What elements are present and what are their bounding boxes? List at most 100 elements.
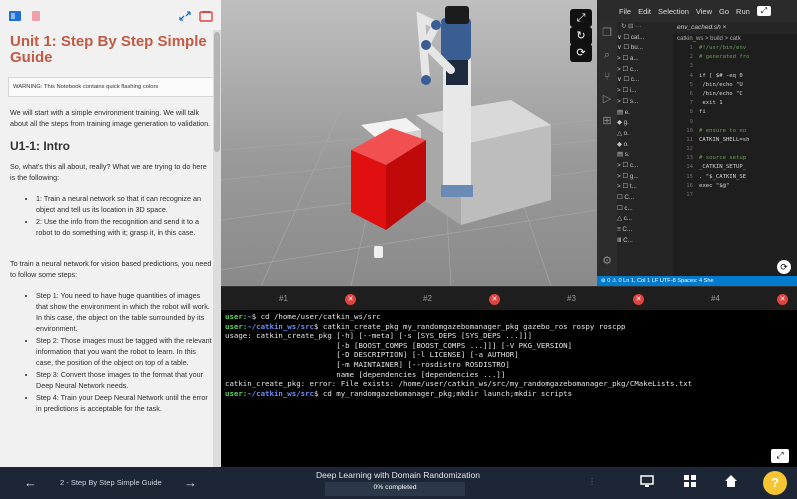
code-line[interactable]: 16 exec "$@" — [673, 182, 797, 191]
explorer-item[interactable]: > ☐ c... — [617, 161, 673, 172]
tab-label[interactable]: #1 — [279, 287, 288, 311]
code-line[interactable]: 1 #!/usr/bin/env — [673, 44, 797, 53]
explorer-item[interactable]: > ☐ t... — [617, 182, 673, 193]
source-control-icon[interactable]: ⑂ — [597, 66, 617, 88]
code-line[interactable]: 8 fi — [673, 108, 797, 117]
code-line[interactable]: 6 /bin/echo "C — [673, 90, 797, 99]
code-line[interactable]: 14 _CATKIN_SETUP_ — [673, 163, 797, 172]
code-line[interactable]: 15 . "$_CATKIN_SE — [673, 173, 797, 182]
editor-tab[interactable]: env_cached.sh × — [673, 22, 797, 34]
explorer-item[interactable]: ≡ C... — [617, 225, 673, 236]
close-icon[interactable]: × — [723, 24, 727, 31]
code-line[interactable]: 10 # ensure to no — [673, 127, 797, 136]
code-line[interactable]: 3 — [673, 62, 797, 71]
menu-run[interactable]: Run — [736, 7, 750, 16]
explorer-item[interactable]: ▤ s. — [617, 150, 673, 161]
search-icon[interactable]: ⌕ — [597, 44, 617, 66]
notebook-scrollbar[interactable] — [213, 30, 221, 467]
course-title: Deep Learning with Domain Randomization — [316, 470, 480, 480]
expand-editor-icon[interactable]: ⤢ — [756, 6, 772, 16]
menu-edit[interactable]: Edit — [638, 7, 651, 16]
explorer-item[interactable]: Ⅲ C... — [617, 236, 673, 247]
small-object — [374, 246, 383, 258]
menu-view[interactable]: View — [696, 7, 712, 16]
explorer-item[interactable]: > ☐ i... — [617, 86, 673, 97]
activity-bar: ❐ ⌕ ⑂ ▷ ⊞ ⚙ — [597, 22, 617, 276]
refresh-editor-icon[interactable]: ⟳ — [777, 260, 791, 274]
code-line[interactable]: 17 — [673, 191, 797, 200]
close-tab-icon[interactable]: ✕ — [633, 294, 644, 305]
close-tab-icon[interactable]: ✕ — [489, 294, 500, 305]
explorer-item[interactable]: ∨ ☐ c... — [617, 75, 673, 86]
layout-grid-icon[interactable] — [683, 474, 697, 493]
scrollbar-thumb[interactable] — [214, 32, 220, 152]
terminal-tab-1[interactable]: #1 ✕ — [221, 287, 365, 311]
explorer-item[interactable]: ☐ c... — [617, 204, 673, 215]
code-line[interactable]: 4 if [ $# -eq 0 — [673, 72, 797, 81]
terminal-tab-2[interactable]: #2 ✕ — [365, 287, 509, 311]
explorer-item[interactable]: ☐ C... — [617, 193, 673, 204]
page-title: Unit 1: Step By Step Simple Guide — [10, 33, 207, 66]
reset-icon[interactable]: ↻ — [570, 27, 592, 45]
explorer-item[interactable]: △ c... — [617, 214, 673, 225]
refresh-icon[interactable]: ⟳ — [570, 44, 592, 62]
line-number: 8 — [689, 109, 693, 116]
explorer-item[interactable]: > ☐ c... — [617, 65, 673, 76]
terminal-tab-4[interactable]: #4 ✕ — [653, 287, 797, 311]
code-line[interactable]: 2 # generated fro — [673, 53, 797, 62]
list-item: Step 3: Convert those images to the form… — [36, 369, 213, 391]
close-tab-icon[interactable]: ✕ — [345, 294, 356, 305]
slides-icon[interactable] — [199, 9, 213, 22]
explorer-item[interactable]: ◆ g. — [617, 118, 673, 129]
menu-go[interactable]: Go — [719, 7, 729, 16]
explorer-icon[interactable]: ❐ — [597, 22, 617, 44]
prev-arrow-icon[interactable]: ← — [24, 475, 37, 490]
explorer-item[interactable]: ∨ ☐ bu... — [617, 43, 673, 54]
terminal[interactable]: user:~$ cd /home/user/catkin_ws/src user:… — [221, 310, 797, 467]
code-line[interactable]: 13 # source setup — [673, 154, 797, 163]
intro-paragraph: We will start with a simple environment … — [10, 108, 211, 128]
notebook-icon[interactable] — [8, 9, 22, 21]
tab-label[interactable]: #2 — [423, 287, 432, 311]
explorer-item[interactable]: > ☐ s... — [617, 97, 673, 108]
code-line[interactable]: 11 CATKIN_SHELL=sh — [673, 136, 797, 145]
close-tab-icon[interactable]: ✕ — [777, 294, 788, 305]
explorer-item[interactable]: > ☐ g... — [617, 172, 673, 183]
fullscreen-icon[interactable]: ⤢ — [570, 9, 592, 27]
terminal-line: user:~/catkin_ws/src$ cd my_randomgazebo… — [225, 389, 793, 399]
code-pane: env_cached.sh × catkin_ws > build > catk… — [673, 22, 797, 276]
list-item: Step 1: You need to have huge quantities… — [36, 290, 213, 334]
tab-label[interactable]: #4 — [711, 287, 720, 311]
tab-filename[interactable]: env_cached.sh — [677, 24, 721, 31]
menu-selection[interactable]: Selection — [658, 7, 689, 16]
notebook-content: Unit 1: Step By Step Simple Guide WARNIN… — [0, 30, 215, 467]
file-explorer: ↻ ⊟ ··· ∨ ☐ cat... ∨ ☐ bu... > ☐ a... > … — [617, 22, 673, 276]
explorer-item[interactable]: ∨ ☐ cat... — [617, 33, 673, 44]
explorer-item[interactable]: ◆ o. — [617, 140, 673, 151]
code-line[interactable]: 12 — [673, 145, 797, 154]
menu-file[interactable]: File — [619, 7, 631, 16]
breadcrumb[interactable]: catkin_ws > build > catk — [673, 34, 797, 44]
tab-label[interactable]: #3 — [567, 287, 576, 311]
home-icon[interactable] — [724, 474, 738, 493]
command-text: $ catkin_create_pkg my_randomgazebomanag… — [314, 321, 626, 331]
unit-label[interactable]: 2 - Step By Step Simple Guide — [60, 478, 162, 487]
expand-icon[interactable] — [178, 9, 192, 21]
explorer-item[interactable]: △ o. — [617, 129, 673, 140]
next-arrow-icon[interactable]: → — [184, 475, 197, 490]
help-icon[interactable]: ? — [763, 471, 787, 495]
settings-gear-icon[interactable]: ⚙ — [597, 250, 617, 272]
terminal-tab-3[interactable]: #3 ✕ — [509, 287, 653, 311]
bookmark-icon[interactable] — [29, 9, 43, 21]
explorer-item[interactable]: > ☐ a... — [617, 54, 673, 65]
line-number: 7 — [689, 100, 693, 107]
terminal-expand-icon[interactable]: ⤢ — [771, 449, 789, 463]
code-line[interactable]: 5 /bin/echo "U — [673, 81, 797, 90]
gazebo-simulation[interactable]: ⤢ ↻ ⟳ — [221, 0, 597, 286]
extensions-icon[interactable]: ⊞ — [597, 110, 617, 132]
explorer-item[interactable]: ▤ e. — [617, 108, 673, 119]
monitor-icon[interactable] — [640, 474, 654, 493]
code-line[interactable]: 7 exit 1 — [673, 99, 797, 108]
code-line[interactable]: 9 — [673, 118, 797, 127]
run-debug-icon[interactable]: ▷ — [597, 88, 617, 110]
